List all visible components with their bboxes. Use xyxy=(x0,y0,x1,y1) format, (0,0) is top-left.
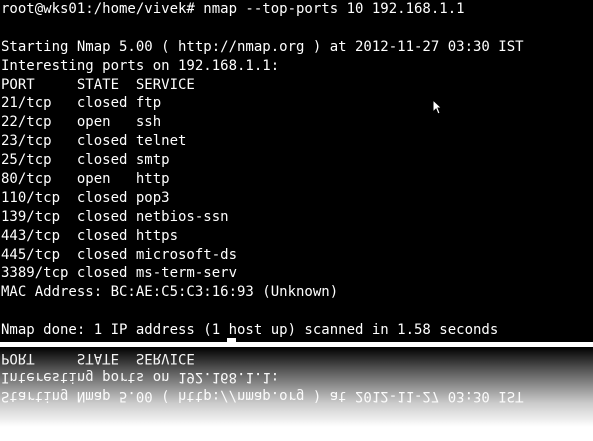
nmap-done-line: Nmap done: 1 IP address (1 host up) scan… xyxy=(1,322,499,339)
port-row: 445/tcp closed microsoft-ds xyxy=(1,246,238,263)
port-row: 22/tcp open ssh xyxy=(1,114,162,131)
port-row: 443/tcp closed https xyxy=(1,227,179,244)
port-row: 110/tcp closed pop3 xyxy=(1,189,170,206)
nmap-start-line: Starting Nmap 5.00 ( http://nmap.org ) a… xyxy=(1,38,524,55)
port-row: 80/tcp open http xyxy=(1,171,170,188)
port-row: 25/tcp closed smtp xyxy=(1,152,170,169)
terminal-reflection: root@wks01:/home/vivek# nmap --top-ports… xyxy=(0,347,593,441)
port-row: 21/tcp closed ftp xyxy=(1,95,162,112)
reflected-line: root@wks01:/home/vivek# nmap --top-ports… xyxy=(1,426,465,441)
reflected-line: Starting Nmap 5.00 ( http://nmap.org ) a… xyxy=(1,388,524,405)
port-row: 3389/tcp closed ms-term-serv xyxy=(1,265,238,282)
reflected-line: 21/tcp closed ftp xyxy=(0,347,593,349)
reflected-line xyxy=(0,405,593,424)
reflected-terminal-text: root@wks01:/home/vivek# nmap --top-ports… xyxy=(0,347,593,441)
mac-address-line: MAC Address: BC:AE:C5:C3:16:93 (Unknown) xyxy=(1,284,339,301)
reflected-line: PORT STATE SERVICE xyxy=(1,350,195,367)
port-table-header: PORT STATE SERVICE xyxy=(1,76,195,93)
mouse-cursor-icon xyxy=(432,99,442,115)
port-row: 23/tcp closed telnet xyxy=(1,133,187,150)
interesting-ports-line: Interesting ports on 192.168.1.1: xyxy=(1,57,280,74)
reflected-line: Interesting ports on 192.168.1.1: xyxy=(1,369,280,386)
port-row: 139/tcp closed netbios-ssn xyxy=(1,208,229,225)
command-line: root@wks01:/home/vivek# nmap --top-ports… xyxy=(1,1,465,17)
terminal-window[interactable]: root@wks01:/home/vivek# nmap --top-ports… xyxy=(0,0,593,342)
